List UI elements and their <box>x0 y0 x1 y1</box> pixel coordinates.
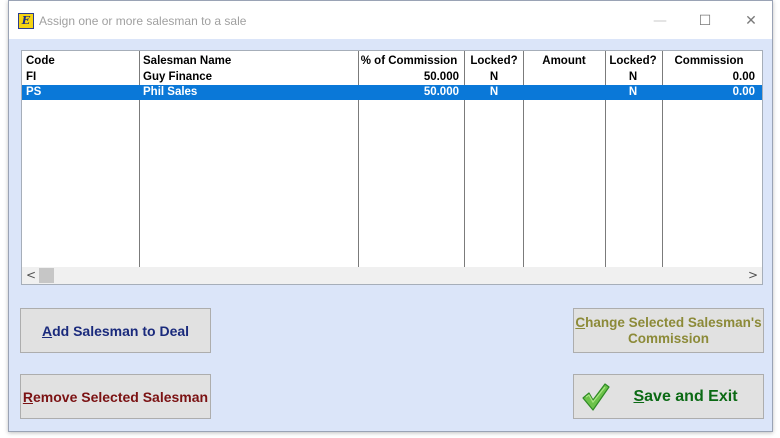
cell-locked-amount: N <box>628 71 638 83</box>
save-and-exit-label: ave and Exit <box>644 387 738 405</box>
mnemonic-a: A <box>41 322 53 339</box>
cell-salesman-name: Guy Finance <box>143 71 213 83</box>
app-logo-icon: E <box>18 13 34 29</box>
change-commission-label-line2: Commission <box>627 330 709 346</box>
cell-commission-percent: 50.000 <box>423 86 459 98</box>
column-header-amount[interactable]: Amount <box>524 54 604 69</box>
column-header-commission[interactable]: Commission <box>663 54 755 69</box>
cell-locked-percent: N <box>489 86 499 98</box>
mnemonic-c: C <box>575 314 586 330</box>
grid-header-row: Code Salesman Name % of Commission Locke… <box>22 54 762 69</box>
column-header-commission-percent[interactable]: % of Commission <box>359 54 459 69</box>
scroll-left-icon[interactable]: < <box>24 267 38 284</box>
cell-commission-percent: 50.000 <box>423 71 459 83</box>
cell-locked-percent: N <box>489 71 499 83</box>
minimize-button[interactable]: — <box>649 11 671 31</box>
add-salesman-label: dd Salesman to Deal <box>52 322 190 339</box>
change-commission-button[interactable]: Change Selected Salesman's Commission <box>573 308 764 353</box>
horizontal-scrollbar[interactable]: < > <box>22 267 762 284</box>
cell-code: FI <box>26 71 37 83</box>
remove-salesman-label: emove Selected Salesman <box>33 388 209 405</box>
maximize-button[interactable]: ☐ <box>694 11 716 31</box>
column-header-salesman-name[interactable]: Salesman Name <box>143 54 353 69</box>
mnemonic-r: R <box>22 388 33 405</box>
table-row[interactable]: FI Guy Finance 50.000 N N 0.00 <box>22 70 762 85</box>
column-header-locked-amount[interactable]: Locked? <box>605 54 661 69</box>
salesman-grid[interactable]: Code Salesman Name % of Commission Locke… <box>21 50 763 285</box>
remove-salesman-button[interactable]: Remove Selected Salesman <box>20 374 211 419</box>
mnemonic-s: S <box>633 387 645 405</box>
scrollbar-thumb[interactable] <box>39 268 54 283</box>
column-header-locked-percent[interactable]: Locked? <box>465 54 523 69</box>
table-row-selected[interactable]: PS Phil Sales 50.000 N N 0.00 <box>22 85 762 100</box>
title-bar: E Assign one or more salesman to a sale … <box>9 1 772 39</box>
save-and-exit-button[interactable]: Save and Exit <box>573 374 764 419</box>
cell-commission: 0.00 <box>732 86 755 98</box>
checkmark-icon <box>582 383 610 411</box>
close-button[interactable]: ✕ <box>740 11 762 31</box>
cell-amount <box>524 85 604 100</box>
change-commission-label-line1: hange Selected Salesman's <box>585 314 762 330</box>
cell-commission: 0.00 <box>732 71 755 83</box>
scroll-right-icon[interactable]: > <box>746 267 760 284</box>
window-title: Assign one or more salesman to a sale <box>39 14 247 28</box>
add-salesman-button[interactable]: Add Salesman to Deal <box>20 308 211 353</box>
column-header-code[interactable]: Code <box>26 54 138 69</box>
cell-salesman-name: Phil Sales <box>143 86 198 98</box>
cell-code: PS <box>26 86 42 98</box>
cell-locked-amount: N <box>628 86 638 98</box>
assign-salesman-dialog: E Assign one or more salesman to a sale … <box>8 0 773 432</box>
cell-amount <box>524 70 604 85</box>
